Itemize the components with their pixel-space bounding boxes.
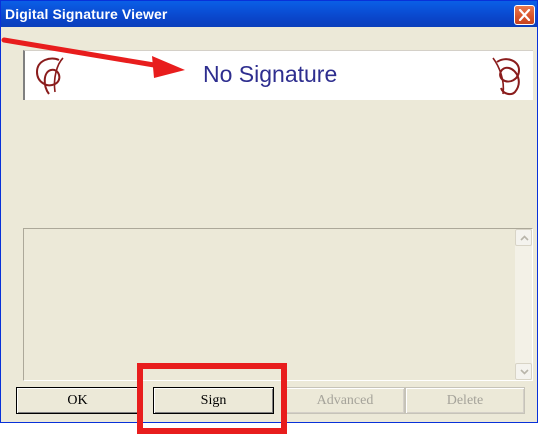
signature-details-area[interactable] — [23, 228, 533, 381]
flourish-icon — [492, 57, 521, 96]
close-icon — [518, 9, 531, 21]
delete-button[interactable]: Delete — [405, 387, 525, 414]
scroll-down-button[interactable] — [515, 363, 532, 380]
signature-panel: No Signature — [23, 50, 533, 100]
chevron-down-icon — [520, 369, 529, 375]
title-bar[interactable]: Digital Signature Viewer — [1, 1, 537, 27]
window-title: Digital Signature Viewer — [5, 6, 168, 22]
close-button[interactable] — [514, 5, 535, 25]
signature-status: No Signature — [203, 61, 338, 87]
ok-button[interactable]: OK — [16, 387, 139, 414]
digital-signature-dialog: Digital Signature Viewer No Signature OK… — [0, 0, 538, 423]
vertical-scrollbar[interactable] — [515, 229, 532, 380]
scroll-up-button[interactable] — [515, 229, 532, 246]
chevron-up-icon — [520, 235, 529, 241]
advanced-button[interactable]: Advanced — [285, 387, 405, 414]
flourish-icon — [35, 57, 64, 95]
highlight-box — [137, 363, 287, 434]
